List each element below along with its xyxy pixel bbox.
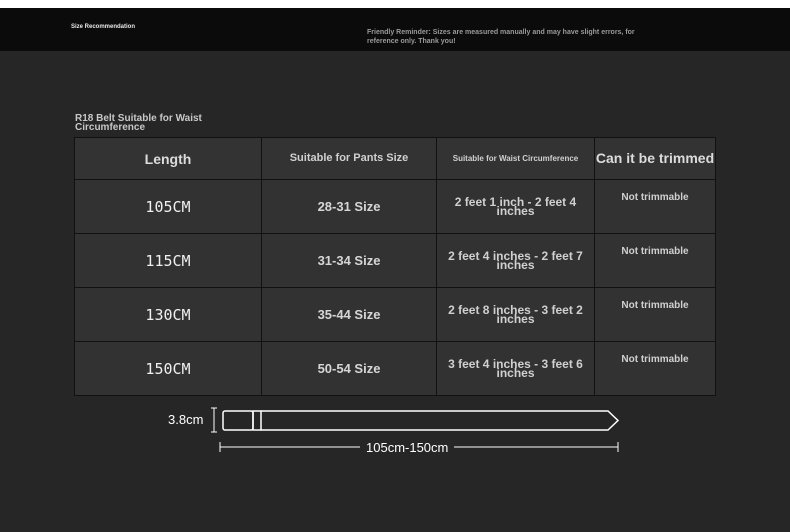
header-length: Length [74, 137, 262, 180]
top-border [0, 0, 790, 8]
cell-trimmable: Not trimmable [594, 341, 716, 396]
cell-waist: 3 feet 4 inches - 3 feet 6 inches [436, 341, 595, 396]
width-marker [211, 407, 217, 433]
header-title: Size Recommendation [71, 24, 136, 30]
header-pants-size: Suitable for Pants Size [261, 137, 437, 180]
cell-trimmable: Not trimmable [594, 179, 716, 234]
table-row: 105CM 28-31 Size 2 feet 1 inch - 2 feet … [74, 179, 716, 234]
table-row: 115CM 31-34 Size 2 feet 4 inches - 2 fee… [74, 233, 716, 288]
table-header-row: Length Suitable for Pants Size Suitable … [74, 137, 716, 180]
cell-length: 130CM [74, 287, 262, 342]
friendly-reminder: Friendly Reminder: Sizes are measured ma… [367, 29, 635, 45]
header-trimmable: Can it be trimmed [594, 137, 716, 180]
cell-waist: 2 feet 1 inch - 2 feet 4 inches [436, 179, 595, 234]
cell-pants-size: 28-31 Size [261, 179, 437, 234]
cell-length: 150CM [74, 341, 262, 396]
cell-waist: 2 feet 8 inches - 3 feet 2 inches [436, 287, 595, 342]
header-bar: Size Recommendation Friendly Reminder: S… [0, 8, 790, 51]
cell-pants-size: 50-54 Size [261, 341, 437, 396]
cell-trimmable: Not trimmable [594, 233, 716, 288]
cell-length: 105CM [74, 179, 262, 234]
size-table: Length Suitable for Pants Size Suitable … [74, 137, 716, 396]
table-caption: R18 Belt Suitable for Waist Circumferenc… [75, 113, 202, 133]
belt-width-label: 3.8cm [168, 412, 204, 427]
cell-trimmable: Not trimmable [594, 287, 716, 342]
cell-length: 115CM [74, 233, 262, 288]
cell-pants-size: 31-34 Size [261, 233, 437, 288]
header-waist: Suitable for Waist Circumference [436, 137, 595, 180]
cell-pants-size: 35-44 Size [261, 287, 437, 342]
table-row: 150CM 50-54 Size 3 feet 4 inches - 3 fee… [74, 341, 716, 396]
belt-length-label: 105cm-150cm [360, 440, 455, 455]
table-row: 130CM 35-44 Size 2 feet 8 inches - 3 fee… [74, 287, 716, 342]
cell-waist: 2 feet 4 inches - 2 feet 7 inches [436, 233, 595, 288]
belt-outline [222, 410, 620, 431]
